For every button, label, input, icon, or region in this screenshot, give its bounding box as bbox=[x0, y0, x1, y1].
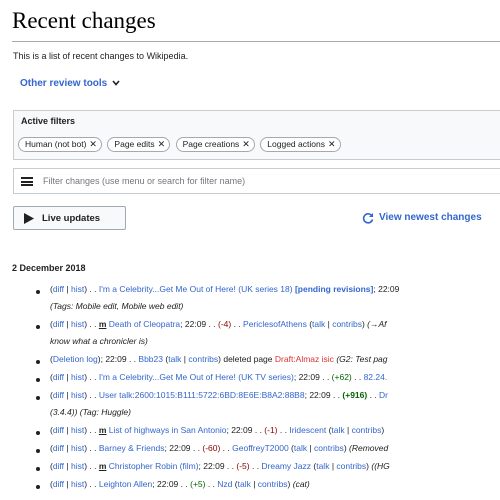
talk-link[interactable]: talk bbox=[168, 354, 181, 364]
changes-list: (diff | hist) . . I'm a Celebrity...Get … bbox=[0, 0, 500, 500]
hist-link[interactable]: hist bbox=[71, 390, 84, 400]
user-link[interactable]: 82.24. bbox=[364, 372, 388, 382]
size-change: (+916) bbox=[342, 390, 368, 400]
diff-link[interactable]: diff bbox=[53, 425, 64, 435]
bullet-icon bbox=[36, 467, 40, 471]
user-link[interactable]: PericlesofAthens bbox=[243, 319, 307, 329]
bullet-icon bbox=[36, 290, 40, 294]
list-item: (diff | hist) . . I'm a Celebrity...Get … bbox=[50, 372, 388, 382]
list-item-tags: (Tags: Mobile edit, Mobile web edit) bbox=[50, 301, 184, 311]
pending-revisions-link[interactable]: [pending revisions] bbox=[295, 284, 373, 294]
bullet-icon bbox=[36, 378, 40, 382]
size-change: (-5) bbox=[236, 461, 250, 471]
diff-link[interactable]: diff bbox=[53, 461, 64, 471]
list-item: (diff | hist) . . m Death of Cleopatra; … bbox=[50, 319, 387, 329]
contribs-link[interactable]: contribs bbox=[332, 319, 362, 329]
page-link[interactable]: Christopher Robin (film) bbox=[109, 461, 199, 471]
edit-summary: (cat) bbox=[292, 479, 310, 489]
talk-link[interactable]: talk bbox=[312, 319, 325, 329]
size-change: (+62) bbox=[331, 372, 352, 382]
contribs-link[interactable]: contribs bbox=[352, 425, 382, 435]
diff-link[interactable]: diff bbox=[53, 319, 64, 329]
contribs-link[interactable]: contribs bbox=[188, 354, 218, 364]
talk-link[interactable]: talk bbox=[331, 425, 344, 435]
talk-link[interactable]: talk bbox=[294, 443, 307, 453]
page-link[interactable]: Barney & Friends bbox=[99, 443, 165, 453]
contribs-link[interactable]: contribs bbox=[336, 461, 366, 471]
edit-summary: ((HG bbox=[371, 461, 390, 471]
list-item-summary: know what a chronicler is) bbox=[50, 336, 148, 346]
user-link[interactable]: Dr bbox=[379, 390, 388, 400]
deletion-log-link[interactable]: Deletion log bbox=[53, 354, 98, 364]
list-item: (diff | hist) . . Barney & Friends; 22:0… bbox=[50, 443, 389, 453]
talk-link[interactable]: talk bbox=[316, 461, 329, 471]
list-item: (diff | hist) . . m Christopher Robin (f… bbox=[50, 461, 390, 471]
contribs-link[interactable]: contribs bbox=[314, 443, 344, 453]
hist-link[interactable]: hist bbox=[71, 479, 84, 489]
diff-link[interactable]: diff bbox=[53, 390, 64, 400]
list-item: (Deletion log); 22:09 . . Bbb23 (talk | … bbox=[50, 354, 388, 364]
hist-link[interactable]: hist bbox=[71, 425, 84, 435]
bullet-icon bbox=[36, 325, 40, 329]
deleted-page-link[interactable]: Draft:Almaz isic bbox=[275, 354, 334, 364]
page-link[interactable]: User talk:2600:1015:B111:5722:6BD:8E6E:B… bbox=[99, 390, 305, 400]
size-change: (+5) bbox=[190, 479, 206, 489]
user-link[interactable]: Nzd bbox=[217, 479, 232, 489]
bullet-icon bbox=[36, 485, 40, 489]
diff-link[interactable]: diff bbox=[53, 284, 64, 294]
list-item: (diff | hist) . . I'm a Celebrity...Get … bbox=[50, 284, 400, 294]
list-item: (diff | hist) . . User talk:2600:1015:B1… bbox=[50, 390, 389, 400]
size-change: (-1) bbox=[264, 425, 278, 435]
diff-link[interactable]: diff bbox=[53, 372, 64, 382]
contribs-link[interactable]: contribs bbox=[258, 479, 288, 489]
hist-link[interactable]: hist bbox=[71, 284, 84, 294]
bullet-icon bbox=[36, 431, 40, 435]
page-link[interactable]: I'm a Celebrity...Get Me Out of Here! (U… bbox=[99, 372, 294, 382]
diff-link[interactable]: diff bbox=[53, 443, 64, 453]
page-link[interactable]: Leighton Allen bbox=[99, 479, 152, 489]
hist-link[interactable]: hist bbox=[71, 319, 84, 329]
page-link[interactable]: I'm a Celebrity...Get Me Out of Here! (U… bbox=[99, 284, 293, 294]
user-link[interactable]: Dreamy Jazz bbox=[261, 461, 311, 471]
bullet-icon bbox=[36, 360, 40, 364]
edit-summary: (Removed bbox=[349, 443, 389, 453]
page-link[interactable]: Death of Cleopatra bbox=[109, 319, 180, 329]
bullet-icon bbox=[36, 396, 40, 400]
hist-link[interactable]: hist bbox=[71, 461, 84, 471]
bullet-icon bbox=[36, 449, 40, 453]
user-link[interactable]: Iridescent bbox=[289, 425, 326, 435]
user-link[interactable]: Bbb23 bbox=[138, 354, 163, 364]
hist-link[interactable]: hist bbox=[71, 372, 84, 382]
diff-link[interactable]: diff bbox=[53, 479, 64, 489]
size-change: (-60) bbox=[202, 443, 221, 453]
list-item-continuation: (3.4.4)) (Tag: Huggle) bbox=[50, 407, 131, 417]
deletion-reason: (G2: Test pag bbox=[336, 354, 388, 364]
list-item: (diff | hist) . . m List of highways in … bbox=[50, 425, 385, 435]
hist-link[interactable]: hist bbox=[71, 443, 84, 453]
talk-link[interactable]: talk bbox=[238, 479, 251, 489]
edit-summary: (→Af bbox=[367, 319, 387, 329]
size-change: (-4) bbox=[217, 319, 232, 329]
list-item: (diff | hist) . . Leighton Allen; 22:09 … bbox=[50, 479, 310, 489]
user-link[interactable]: GeoffreyT2000 bbox=[232, 443, 289, 453]
page-link[interactable]: List of highways in San Antonio bbox=[109, 425, 227, 435]
